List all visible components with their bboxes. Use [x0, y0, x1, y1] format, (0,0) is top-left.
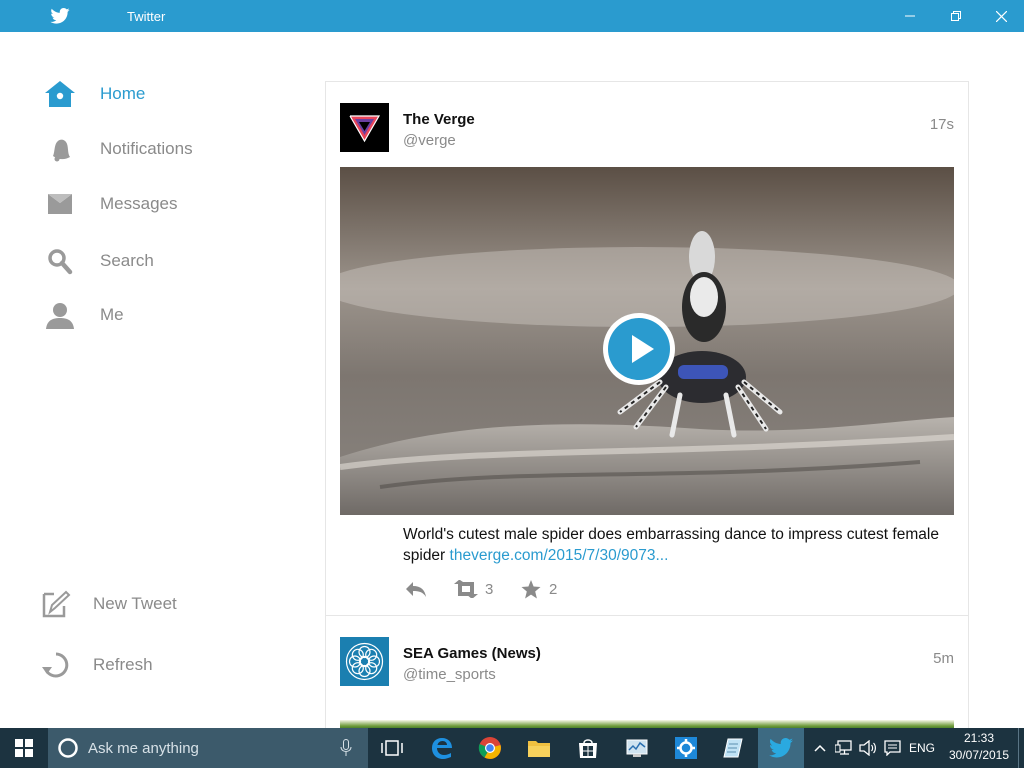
tweet-actions: 3 2	[403, 576, 703, 602]
window-title: Twitter	[127, 9, 166, 24]
bell-icon	[44, 135, 76, 163]
folder-icon	[528, 741, 550, 757]
reply-button[interactable]	[405, 576, 427, 602]
tweet-author-handle: @verge	[403, 132, 456, 149]
twitter-taskbar-button[interactable]	[758, 728, 804, 768]
monitor-icon	[626, 739, 648, 757]
compose-icon	[40, 590, 72, 618]
taskbar: Ask me anything ENG 21:33 30/07/2015	[0, 728, 1024, 768]
task-view-button[interactable]	[370, 728, 414, 768]
notepad-taskbar-button[interactable]	[711, 728, 755, 768]
network-button[interactable]	[833, 728, 855, 768]
clock-date: 30/07/2015	[948, 748, 1010, 762]
play-button[interactable]	[603, 313, 675, 385]
retweet-button[interactable]: 3	[453, 576, 493, 602]
refresh-button[interactable]: Refresh	[0, 645, 300, 685]
chevron-up-icon	[814, 744, 826, 752]
sidebar-item-label: Notifications	[100, 139, 193, 158]
microphone-icon[interactable]	[340, 739, 352, 757]
input-language-indicator[interactable]: ENG	[906, 728, 938, 768]
speaker-icon	[859, 740, 876, 756]
reply-icon	[406, 582, 426, 597]
twitter-icon	[769, 738, 793, 758]
favorite-count: 2	[549, 580, 558, 598]
avatar[interactable]	[340, 637, 389, 686]
minimize-button[interactable]	[887, 0, 933, 32]
store-icon	[579, 739, 597, 758]
sidebar-item-label: Home	[100, 84, 146, 103]
tweet-timestamp: 17s	[929, 116, 954, 133]
show-hidden-icons-button[interactable]	[810, 728, 830, 768]
notification-icon	[883, 740, 901, 756]
refresh-icon	[40, 651, 72, 679]
taskbar-search[interactable]: Ask me anything	[48, 728, 368, 768]
search-placeholder: Ask me anything	[88, 740, 199, 757]
sidebar-item-home[interactable]: Home	[0, 74, 300, 114]
person-icon	[44, 301, 76, 329]
sidebar: Home Notifications Messages Search Me Ne…	[0, 32, 326, 728]
volume-button[interactable]	[857, 728, 879, 768]
home-icon	[44, 80, 76, 108]
tweet[interactable]: The Verge @verge 17s World's cutest male…	[326, 82, 968, 616]
start-button[interactable]	[0, 728, 48, 768]
clock-time: 21:33	[963, 731, 995, 745]
taskbar-clock[interactable]: 21:33 30/07/2015	[944, 730, 1014, 764]
settings-taskbar-button[interactable]	[664, 728, 708, 768]
avatar[interactable]	[340, 103, 389, 152]
edge-taskbar-button[interactable]	[420, 728, 464, 768]
file-explorer-taskbar-button[interactable]	[517, 728, 561, 768]
sidebar-item-search[interactable]: Search	[0, 241, 300, 281]
title-bar: Twitter	[0, 0, 1024, 32]
tweet-link[interactable]: theverge.com/2015/7/30/9073...	[450, 547, 669, 564]
windows-icon	[15, 739, 33, 757]
sidebar-item-notifications[interactable]: Notifications	[0, 129, 300, 169]
resource-monitor-taskbar-button[interactable]	[615, 728, 659, 768]
timeline[interactable]: The Verge @verge 17s World's cutest male…	[325, 81, 969, 728]
restore-button[interactable]	[933, 0, 979, 32]
show-desktop-button[interactable]	[1018, 728, 1024, 768]
network-icon	[835, 740, 852, 755]
sidebar-item-messages[interactable]: Messages	[0, 184, 300, 224]
action-center-button[interactable]	[881, 728, 903, 768]
media-preview[interactable]	[340, 720, 954, 728]
new-tweet-label: New Tweet	[93, 594, 177, 613]
notepad-icon	[723, 738, 743, 758]
sidebar-item-me[interactable]: Me	[0, 295, 300, 335]
retweet-count: 3	[485, 580, 494, 598]
twitter-bird-icon	[50, 8, 70, 24]
sidebar-item-label: Me	[100, 305, 124, 324]
refresh-label: Refresh	[93, 655, 153, 674]
cortana-icon	[58, 738, 78, 758]
close-button[interactable]	[978, 0, 1024, 32]
search-icon	[44, 247, 76, 275]
new-tweet-button[interactable]: New Tweet	[0, 584, 300, 624]
gear-icon	[675, 737, 697, 759]
sidebar-item-label: Messages	[100, 194, 178, 213]
tweet-text: World's cutest male spider does embarras…	[403, 524, 959, 566]
chrome-icon	[478, 737, 501, 759]
tweet-author-name[interactable]: The Verge	[403, 111, 475, 128]
tweet[interactable]: SEA Games (News) @time_sports 5m	[326, 616, 968, 728]
edge-icon	[432, 738, 452, 759]
chrome-taskbar-button[interactable]	[468, 728, 512, 768]
star-icon	[521, 579, 541, 598]
tweet-timestamp: 5m	[933, 650, 954, 667]
envelope-icon	[44, 190, 76, 218]
task-view-icon	[381, 740, 403, 756]
sidebar-item-label: Search	[100, 251, 154, 270]
favorite-button[interactable]: 2	[521, 576, 557, 602]
tweet-author-handle: @time_sports	[403, 666, 496, 683]
tweet-author-name[interactable]: SEA Games (News)	[403, 645, 541, 662]
store-taskbar-button[interactable]	[566, 728, 610, 768]
retweet-icon	[454, 580, 478, 598]
play-icon	[608, 318, 670, 380]
